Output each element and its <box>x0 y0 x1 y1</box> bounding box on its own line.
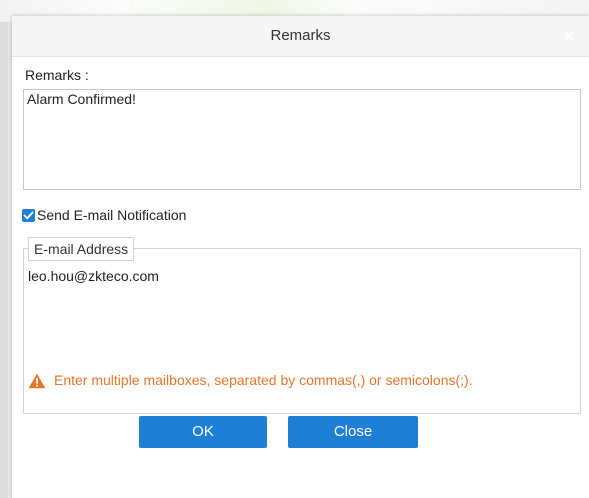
close-icon[interactable]: × <box>557 24 581 48</box>
warning-icon <box>28 373 46 389</box>
send-email-checkbox-row[interactable]: Send E-mail Notification <box>22 205 186 225</box>
dialog-titlebar: Remarks × <box>12 16 589 57</box>
email-legend: E-mail Address <box>28 237 135 261</box>
send-email-checkbox[interactable] <box>22 208 35 222</box>
remarks-textarea[interactable]: Alarm Confirmed! <box>23 89 581 190</box>
ok-button[interactable]: OK <box>139 416 267 448</box>
close-button[interactable]: Close <box>288 416 418 448</box>
remarks-label: Remarks : <box>25 67 89 83</box>
dialog-title: Remarks <box>270 27 331 44</box>
send-email-label: Send E-mail Notification <box>37 207 187 223</box>
email-hint-text: Enter multiple mailboxes, separated by c… <box>54 372 473 388</box>
remarks-dialog: Remarks × Remarks : Alarm Confirmed! Sen… <box>12 16 589 498</box>
email-address-value[interactable]: leo.hou@zkteco.com <box>28 268 159 284</box>
background-left-scrollbar <box>0 22 8 498</box>
checkmark-icon <box>23 211 34 219</box>
